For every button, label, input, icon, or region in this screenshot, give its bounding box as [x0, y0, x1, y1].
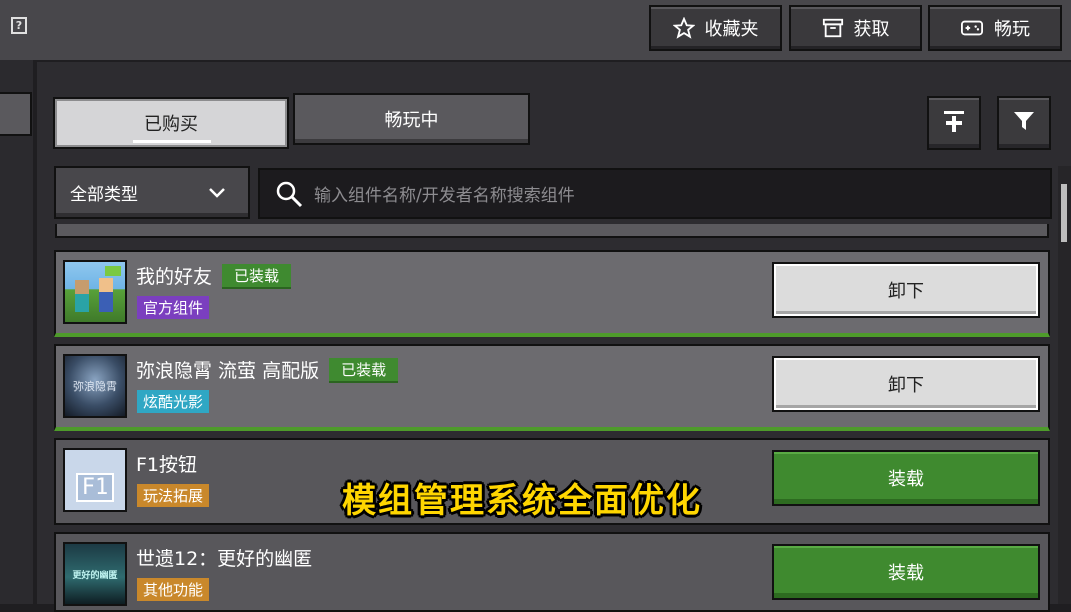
favorites-label: 收藏夹 — [704, 19, 759, 40]
mod-thumbnail: 更好的幽匿 — [63, 542, 127, 606]
get-button[interactable]: 获取 — [789, 5, 922, 51]
store-icon — [822, 17, 844, 39]
load-button[interactable]: 装载 — [772, 450, 1040, 506]
category-tag: 玩法拓展 — [137, 484, 210, 507]
play-button[interactable]: 畅玩 — [928, 5, 1062, 51]
overlay-caption: 模组管理系统全面优化 — [342, 481, 702, 521]
category-value: 全部类型 — [70, 185, 138, 205]
mod-thumbnail: 弥浪隐霄 — [63, 354, 127, 418]
list-item: 更好的幽匿 世遗12：更好的幽匿 其他功能 装载 — [54, 532, 1050, 612]
search-placeholder: 输入组件名称/开发者名称搜索组件 — [314, 186, 575, 206]
filter-icon — [1012, 109, 1036, 137]
thumbnail-label: 更好的幽匿 — [72, 570, 118, 581]
thumbnail-label: F1 — [75, 472, 115, 502]
filter-button[interactable] — [997, 96, 1051, 150]
load-button[interactable]: 装载 — [772, 544, 1040, 600]
tab-playing-label: 畅玩中 — [384, 110, 439, 131]
active-tab-indicator — [133, 140, 211, 143]
category-tag: 官方组件 — [137, 296, 210, 319]
question-icon[interactable]: ? — [11, 17, 27, 34]
tab-playing[interactable]: 畅玩中 — [293, 93, 530, 145]
thumbnail-label: 弥浪隐霄 — [73, 380, 117, 393]
mod-name: F1按钮 — [136, 450, 197, 477]
tab-purchased-label: 已购买 — [144, 114, 198, 135]
scrollbar-thumb[interactable] — [1061, 184, 1067, 242]
gamepad-icon — [960, 17, 984, 39]
pin-top-button[interactable] — [927, 96, 981, 150]
favorites-button[interactable]: 收藏夹 — [649, 5, 782, 51]
list-item: 我的好友 已装载 官方组件 卸下 — [54, 250, 1050, 337]
mod-thumbnail: F1 — [63, 448, 127, 512]
tab-purchased[interactable]: 已购买 — [53, 97, 289, 149]
category-dropdown[interactable]: 全部类型 — [54, 166, 250, 219]
top-bar: ? 收藏夹 获取 畅玩 — [0, 0, 1071, 60]
list-item: 弥浪隐霄 弥浪隐霄 流萤 高配版 已装载 炫酷光影 卸下 — [54, 344, 1050, 431]
side-tab[interactable] — [0, 92, 32, 136]
mod-name: 弥浪隐霄 流萤 高配版 已装载 — [136, 356, 399, 383]
installed-badge: 已装载 — [329, 358, 399, 383]
mod-name-text: 世遗12：更好的幽匿 — [136, 548, 313, 570]
search-icon — [274, 179, 304, 209]
category-tag: 炫酷光影 — [137, 390, 210, 413]
chevron-down-icon — [208, 184, 226, 204]
get-label: 获取 — [853, 19, 890, 40]
search-input[interactable]: 输入组件名称/开发者名称搜索组件 — [258, 168, 1052, 219]
unload-button[interactable]: 卸下 — [772, 356, 1040, 412]
installed-badge: 已装载 — [222, 264, 292, 289]
unload-button[interactable]: 卸下 — [772, 262, 1040, 318]
side-strip — [0, 60, 33, 604]
mod-name-text: 弥浪隐霄 流萤 高配版 — [136, 360, 320, 382]
category-tag: 其他功能 — [137, 578, 210, 601]
mod-name: 世遗12：更好的幽匿 — [136, 544, 312, 571]
mod-name-text: F1按钮 — [136, 454, 198, 476]
mod-thumbnail — [63, 260, 127, 324]
list-item-partial — [55, 224, 1049, 238]
star-icon — [672, 17, 695, 39]
mod-name: 我的好友 已装载 — [136, 262, 292, 289]
play-label: 畅玩 — [994, 19, 1030, 40]
mod-name-text: 我的好友 — [136, 266, 213, 288]
pin-to-top-icon — [941, 108, 967, 138]
